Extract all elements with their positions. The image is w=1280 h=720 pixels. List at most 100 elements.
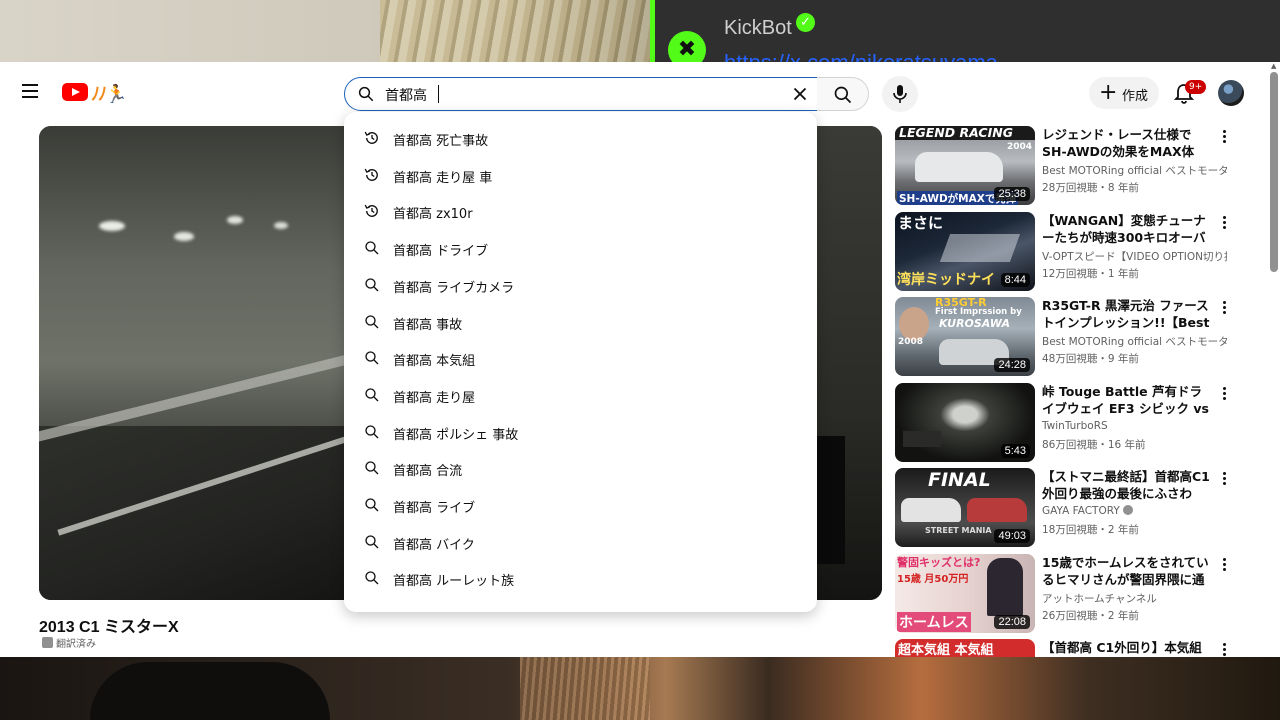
duration-badge: 25:38 xyxy=(994,187,1030,201)
youtube-page: ﾉﾉ🏃 首都高 + 作成 9+ 2013 C1 ミスターX 翻訳済み LEGEN… xyxy=(0,62,1280,657)
suggestion-prefix: 首都高 xyxy=(393,354,433,370)
video-thumbnail[interactable]: FINAL STREET MANIA 49:03 xyxy=(895,468,1035,547)
more-actions-icon[interactable] xyxy=(1218,385,1230,403)
thumb-car xyxy=(915,152,1003,182)
more-actions-icon[interactable] xyxy=(1218,299,1230,317)
thumb-year: 2008 xyxy=(898,337,924,347)
suggestion-item[interactable]: 首都高 走り屋 車 xyxy=(344,157,817,193)
search-button[interactable] xyxy=(817,77,869,111)
more-actions-icon[interactable] xyxy=(1218,128,1230,146)
verified-icon: ✓ xyxy=(796,13,815,32)
video-thumbnail[interactable]: LEGEND RACING 2004 SH-AWDがMAXで発揮 25:38 xyxy=(895,126,1035,205)
search-input[interactable]: 首都高 xyxy=(385,85,427,105)
more-actions-icon[interactable] xyxy=(1218,641,1230,657)
video-thumbnail[interactable]: まさに 湾岸ミッドナイ 8:44 xyxy=(895,212,1035,291)
related-video[interactable]: LEGEND RACING 2004 SH-AWDがMAXで発揮 25:38 レ… xyxy=(895,126,1265,206)
suggestion-completion: 走り屋 xyxy=(432,390,476,406)
video-thumbnail[interactable]: 超本気組 本気組 xyxy=(895,639,1035,657)
scroll-up-icon[interactable]: ▲ xyxy=(1271,62,1276,70)
suggestion-text: 首都高 ルーレット族 xyxy=(393,570,514,589)
more-actions-icon[interactable] xyxy=(1218,214,1230,232)
foreground-object xyxy=(90,662,330,720)
history-icon xyxy=(363,202,381,220)
chat-link[interactable]: https://x.com/nikoratsuyama xyxy=(724,50,998,62)
related-video[interactable]: 警固キッズとは? 15歳 月50万円 ホームレス 22:08 15歳でホームレス… xyxy=(895,554,1265,634)
more-actions-icon[interactable] xyxy=(1218,470,1230,488)
video-thumbnail[interactable]: R35GT-R First Imprssion by KUROSAWA 2008… xyxy=(895,297,1035,376)
video-meta: 18万回視聴・2 年前 xyxy=(1042,524,1139,536)
clear-icon[interactable] xyxy=(789,83,811,105)
suggestion-prefix: 首都高 xyxy=(393,464,433,480)
channel-name[interactable]: GAYA FACTORY xyxy=(1042,505,1227,517)
create-button[interactable]: + 作成 xyxy=(1089,77,1159,109)
suggestion-prefix: 首都高 xyxy=(393,207,433,223)
related-title[interactable]: 【首都高 C1外回り】本気組の xyxy=(1042,639,1212,657)
youtube-logo[interactable]: ﾉﾉ🏃 xyxy=(62,80,142,106)
thumb-caption: 湾岸ミッドナイ xyxy=(897,272,995,288)
thumb-car xyxy=(901,498,961,522)
search-icon xyxy=(363,496,381,514)
video-thumbnail[interactable]: 5:43 xyxy=(895,383,1035,462)
video-thumbnail[interactable]: 警固キッズとは? 15歳 月50万円 ホームレス 22:08 xyxy=(895,554,1035,633)
suggestion-item[interactable]: 首都高 ルーレット族 xyxy=(344,560,817,596)
related-title[interactable]: 【WANGAN】変態チューナーたちが時速300キロオーバー... xyxy=(1042,212,1212,246)
channel-name[interactable]: Best MOTORing official ベストモータリ... xyxy=(1042,334,1227,349)
thumb-text: FINAL xyxy=(928,469,991,491)
search-icon xyxy=(834,86,852,104)
search-icon xyxy=(363,239,381,257)
suggestion-text: 首都高 走り屋 xyxy=(393,387,475,406)
related-video[interactable]: 5:43 峠 Touge Battle 芦有ドライブウェイ EF3 シビック v… xyxy=(895,383,1265,463)
related-video[interactable]: FINAL STREET MANIA 49:03 【ストマニ最終話】首都高C1外… xyxy=(895,468,1265,548)
related-title[interactable]: 峠 Touge Battle 芦有ドライブウェイ EF3 シビック vs AE8… xyxy=(1042,383,1212,417)
suggestion-completion: ポルシェ 事故 xyxy=(432,427,519,443)
suggestion-item[interactable]: 首都高 ポルシェ 事故 xyxy=(344,414,817,450)
channel-name[interactable]: TwinTurboRS xyxy=(1042,420,1227,432)
menu-icon[interactable] xyxy=(18,80,42,104)
screen: ✖ KickBot ✓ https://x.com/nikoratsuyama … xyxy=(0,0,1280,720)
account-avatar[interactable] xyxy=(1218,80,1244,106)
more-actions-icon[interactable] xyxy=(1218,556,1230,574)
search-box[interactable]: 首都高 xyxy=(344,77,818,111)
thumb-car xyxy=(967,498,1027,522)
suggestion-prefix: 首都高 xyxy=(393,390,433,406)
suggestion-item[interactable]: 首都高 死亡事故 xyxy=(344,120,817,156)
suggestion-item[interactable]: 首都高 走り屋 xyxy=(344,377,817,413)
related-title[interactable]: 【ストマニ最終話】首都高C1外回り最強の最後にふさわし... xyxy=(1042,468,1212,502)
duration-badge: 8:44 xyxy=(1000,273,1030,287)
video-frame-right xyxy=(817,126,882,600)
related-video[interactable]: R35GT-R First Imprssion by KUROSAWA 2008… xyxy=(895,297,1265,377)
suggestion-completion: 事故 xyxy=(432,317,463,333)
thumb-caption: ホームレス xyxy=(897,612,971,632)
related-title[interactable]: 15歳でホームレスをされているヒマリさんが警固界隈に通う... xyxy=(1042,554,1212,588)
kick-accent-bar xyxy=(650,0,655,62)
suggestion-item[interactable]: 首都高 ライブ xyxy=(344,487,817,523)
channel-name[interactable]: Best MOTORing official ベストモータリ... xyxy=(1042,163,1227,178)
channel-name[interactable]: アットホームチャンネル xyxy=(1042,591,1227,606)
stream-webcam-top: ✖ KickBot ✓ https://x.com/nikoratsuyama xyxy=(0,0,1280,62)
related-title[interactable]: レジェンド・レース仕様でSH-AWDの効果をMAX体験!!【Be... xyxy=(1042,126,1212,160)
verified-icon xyxy=(1122,505,1133,515)
suggestion-item[interactable]: 首都高 合流 xyxy=(344,450,817,486)
suggestion-item[interactable]: 首都高 バイク xyxy=(344,524,817,560)
video-shadow xyxy=(817,436,845,564)
suggestion-completion: バイク xyxy=(432,537,475,553)
thumb-person xyxy=(899,307,929,341)
suggestion-item[interactable]: 首都高 本気組 xyxy=(344,340,817,376)
related-video[interactable]: 超本気組 本気組 【首都高 C1外回り】本気組の xyxy=(895,639,1265,657)
suggestion-item[interactable]: 首都高 事故 xyxy=(344,304,817,340)
create-label: 作成 xyxy=(1122,89,1149,104)
thumb-caption: STREET MANIA xyxy=(925,526,992,535)
related-video[interactable]: まさに 湾岸ミッドナイ 8:44 【WANGAN】変態チューナーたちが時速300… xyxy=(895,212,1265,292)
scrollbar-thumb[interactable] xyxy=(1270,72,1278,272)
channel-name[interactable]: V-OPTスピード【VIDEO OPTION切り抜... xyxy=(1042,249,1227,264)
suggestion-item[interactable]: 首都高 zx10r xyxy=(344,193,817,229)
suggestion-item[interactable]: 首都高 ドライブ xyxy=(344,230,817,266)
related-title[interactable]: R35GT-R 黒澤元治 ファーストインプレッション!!【Best ... xyxy=(1042,297,1212,331)
suggestion-completion: ルーレット族 xyxy=(432,574,515,590)
duration-badge: 49:03 xyxy=(994,529,1030,543)
voice-search-button[interactable] xyxy=(882,76,918,112)
search-icon xyxy=(363,276,381,294)
suggestion-item[interactable]: 首都高 ライブカメラ xyxy=(344,267,817,303)
chat-username: KickBot xyxy=(724,17,792,39)
suggestion-completion: ライブカメラ xyxy=(432,280,515,296)
